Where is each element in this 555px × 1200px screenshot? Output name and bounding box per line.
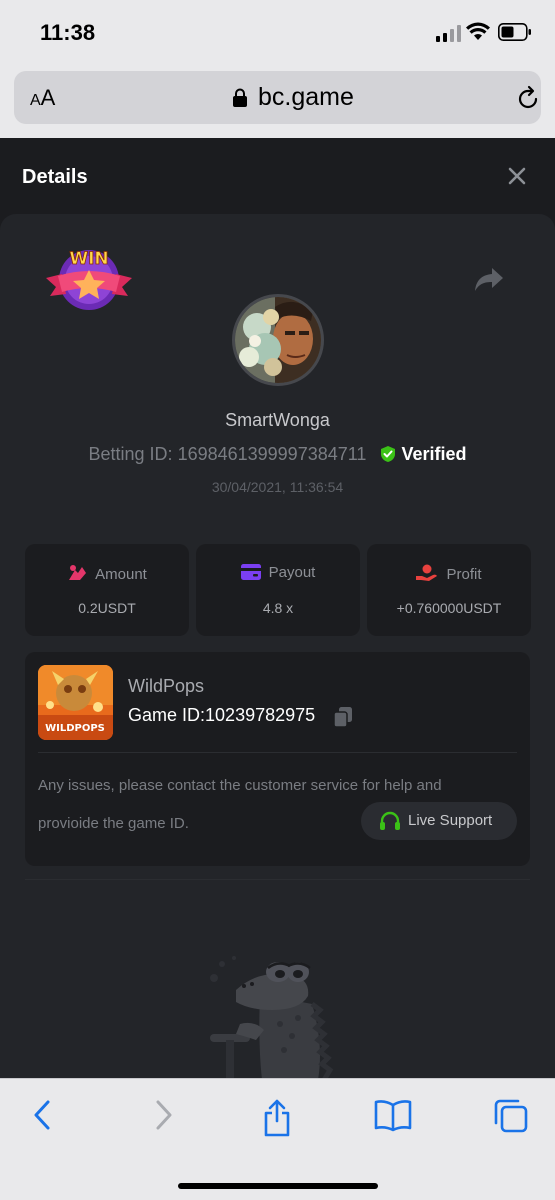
game-thumbnail-image: WILDPOPS	[38, 665, 113, 740]
profit-label: Profit	[446, 566, 482, 583]
avatar	[232, 294, 324, 386]
copy-icon[interactable]	[333, 706, 353, 728]
amount-stat: Amount 0.2USDT	[25, 544, 189, 636]
amount-value: 0.2USDT	[78, 600, 136, 616]
forward-icon[interactable]	[150, 1099, 176, 1131]
section-divider	[25, 879, 530, 880]
battery-icon	[498, 23, 531, 41]
details-modal: Details WIN SmartWonga Betting ID: 16984…	[0, 138, 555, 1094]
game-thumbnail-text: WILDPOPS	[45, 723, 105, 734]
betting-id-row: Betting ID: 1698461399997384711 Verified	[0, 444, 555, 465]
verified-label: Verified	[401, 444, 467, 464]
text-size-button[interactable]: AA	[30, 85, 55, 111]
win-badge-icon: WIN	[46, 249, 132, 310]
tabs-icon[interactable]	[494, 1099, 528, 1133]
modal-title: Details	[22, 166, 88, 188]
amount-label: Amount	[95, 566, 147, 583]
address-bar-area: AA bc.game	[0, 66, 555, 138]
divider	[38, 752, 517, 753]
lock-icon	[233, 88, 247, 107]
live-support-label: Live Support	[408, 812, 493, 829]
avatar-image	[235, 297, 321, 383]
share-sheet-icon[interactable]	[262, 1099, 292, 1137]
status-bar: 11:38	[0, 0, 555, 66]
game-name[interactable]: WildPops	[128, 676, 204, 697]
game-id-value: 10239782975	[205, 705, 316, 725]
help-text-continued: provioide the game ID.	[38, 815, 189, 832]
profit-stat: Profit +0.760000USDT	[367, 544, 531, 636]
profit-icon	[416, 564, 438, 581]
win-badge-text: WIN	[69, 249, 108, 269]
profit-value: +0.760000USDT	[396, 600, 502, 616]
browser-toolbar	[0, 1078, 555, 1200]
game-info-box: WILDPOPS WildPops Game ID:10239782975 An…	[25, 652, 530, 866]
close-icon[interactable]	[506, 165, 528, 187]
cellular-signal-icon	[436, 25, 461, 42]
bet-timestamp: 30/04/2021, 11:36:54	[211, 479, 344, 495]
help-text: Any issues, please contact the customer …	[38, 777, 442, 794]
home-indicator	[178, 1183, 378, 1189]
back-icon[interactable]	[30, 1099, 56, 1131]
bookmarks-icon[interactable]	[374, 1099, 412, 1133]
game-id-label: Game ID:	[128, 705, 206, 725]
game-id: Game ID:10239782975	[128, 705, 315, 726]
amount-icon	[69, 565, 87, 580]
verified-icon	[381, 446, 396, 462]
payout-stat: Payout 4.8 x	[196, 544, 360, 636]
username: SmartWonga	[225, 410, 330, 430]
address-bar[interactable]: AA bc.game	[14, 71, 541, 124]
crocodile-mascot-image	[210, 956, 334, 1080]
share-icon[interactable]	[474, 266, 504, 292]
betting-id-value: 1698461399997384711	[177, 444, 367, 464]
game-thumbnail[interactable]: WILDPOPS	[38, 665, 113, 740]
payout-label: Payout	[268, 564, 316, 581]
live-support-button[interactable]: Live Support	[361, 802, 517, 840]
status-time: 11:38	[40, 20, 96, 45]
url-text[interactable]: bc.game	[258, 83, 354, 112]
payout-value: 4.8 x	[262, 600, 294, 616]
reload-icon[interactable]	[514, 85, 542, 113]
payout-icon	[240, 564, 261, 580]
betting-id-label: Betting ID:	[88, 444, 173, 464]
headset-icon	[380, 811, 400, 830]
wifi-icon	[466, 22, 490, 40]
bet-details-card: WIN SmartWonga Betting ID: 1698461399997…	[0, 214, 555, 1094]
